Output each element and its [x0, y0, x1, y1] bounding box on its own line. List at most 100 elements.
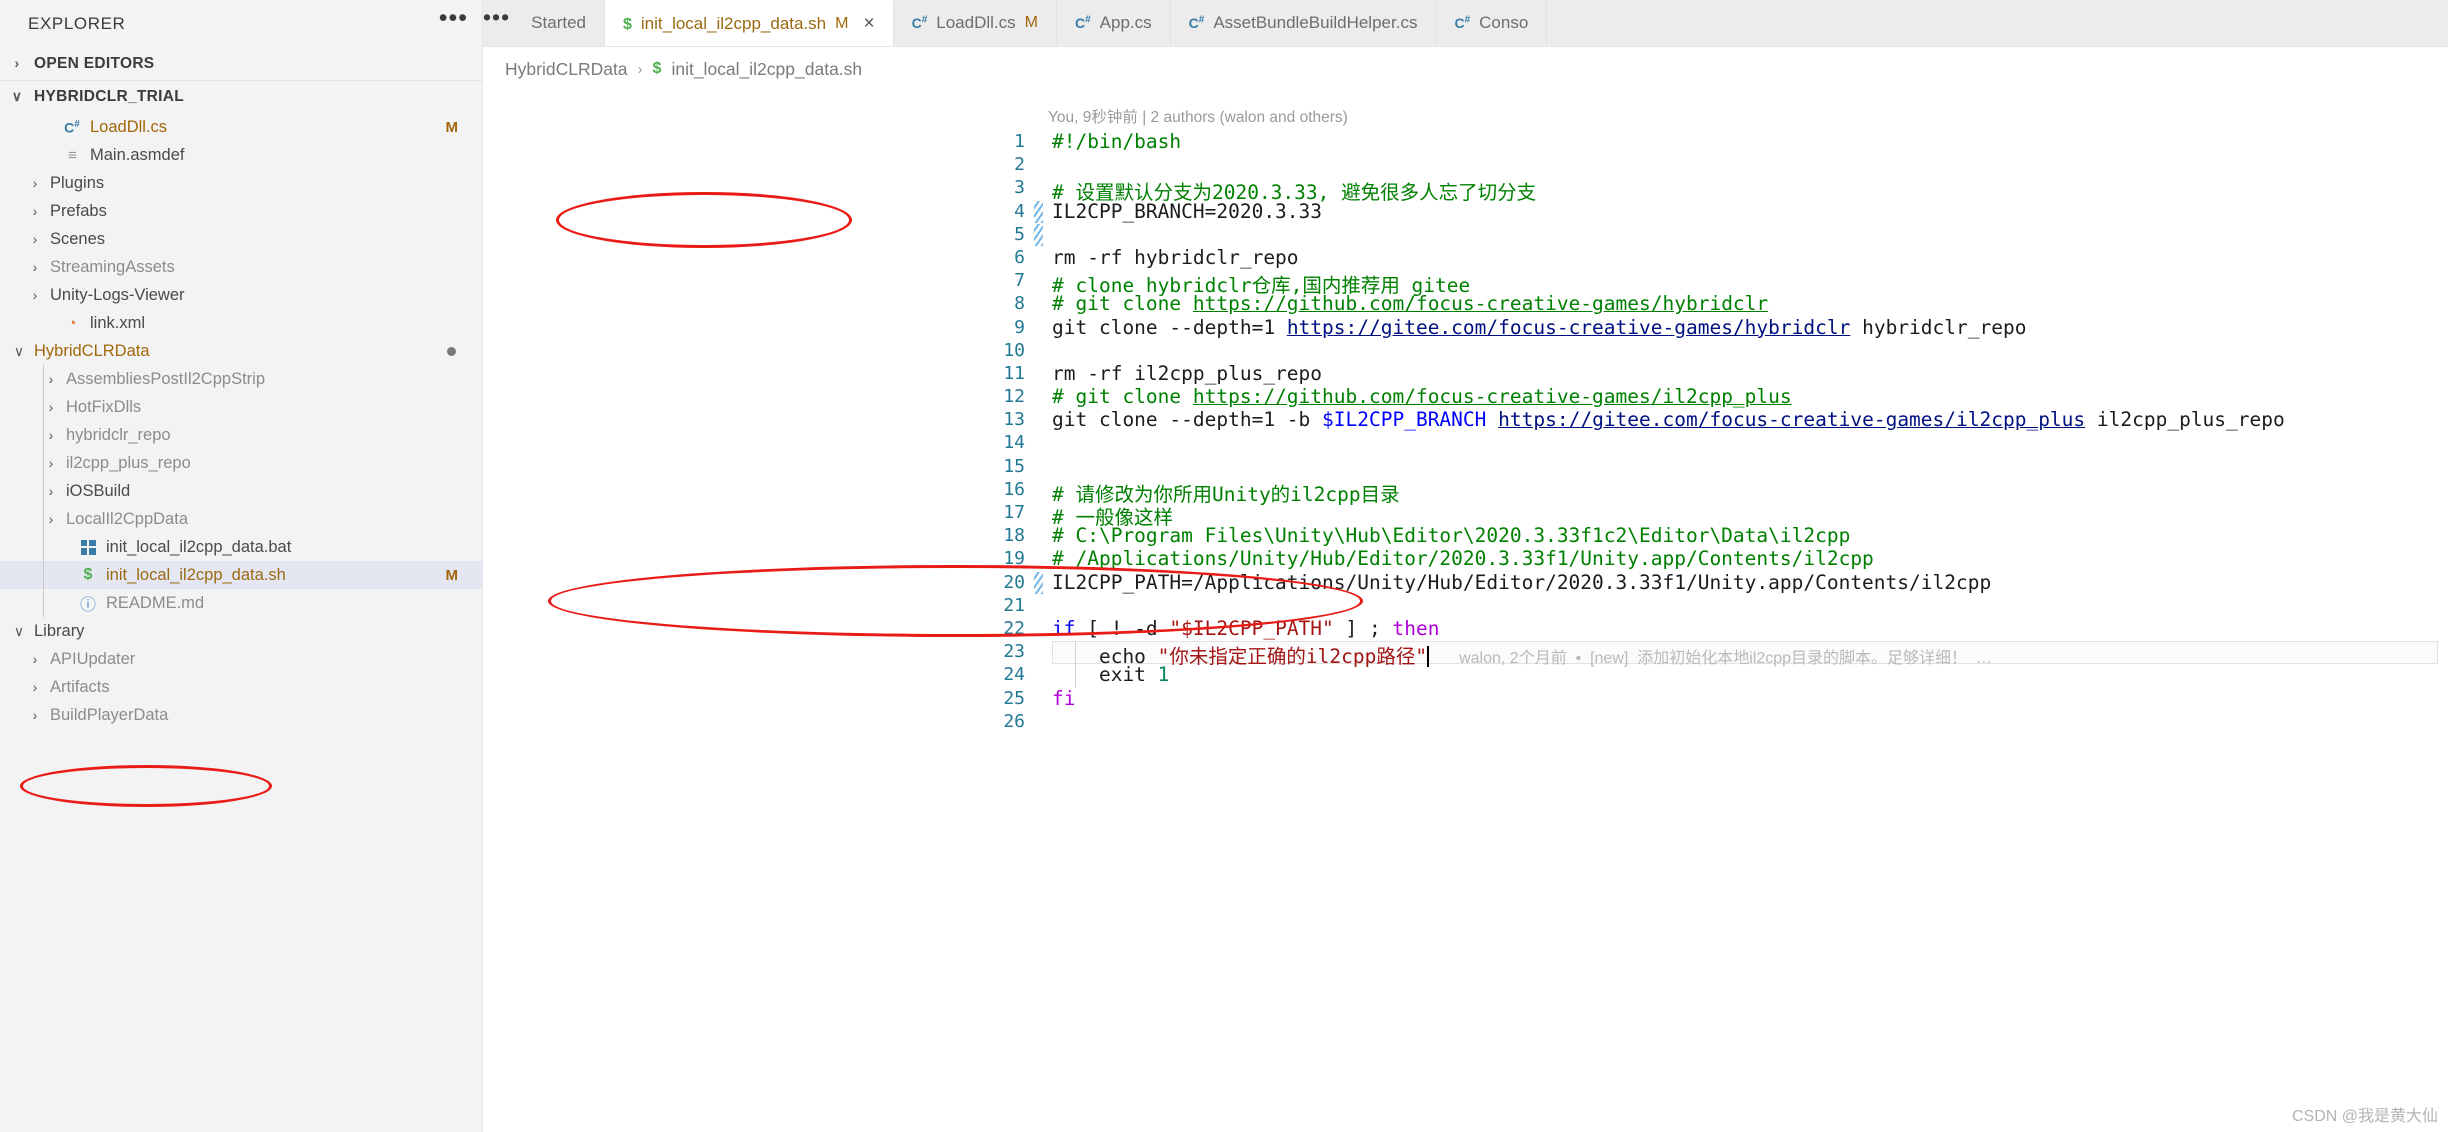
tree-item-main-asmdef[interactable]: ≡ Main.asmdef — [0, 141, 482, 169]
chevron-right-icon[interactable]: › — [26, 679, 44, 695]
tab-label: Started — [531, 13, 586, 32]
tree-item-label: HybridCLRData — [34, 341, 150, 360]
explorer-title: EXPLORER — [28, 13, 126, 33]
code-text: IL2CPP_BRANCH=2020.3.33 — [1052, 200, 1322, 223]
tree-item-scenes[interactable]: › Scenes — [0, 225, 482, 253]
code-token: [ ! -d — [1087, 616, 1170, 640]
tree-item-label: il2cpp_plus_repo — [66, 453, 191, 472]
breadcrumb-folder[interactable]: HybridCLRData — [505, 59, 628, 80]
editor-area: ••• Started $ init_local_il2cpp_data.sh M × C#… — [483, 0, 2448, 1132]
section-hybridclr-trial[interactable]: ∨ HYBRIDCLR_TRIAL — [0, 80, 482, 113]
chevron-right-icon[interactable]: › — [26, 259, 44, 275]
tree-item-hotfixdlls[interactable]: › HotFixDlls — [0, 393, 482, 421]
code-line: 12 # git clone https://github.com/focus-c… — [483, 385, 2448, 409]
chevron-right-icon[interactable]: › — [26, 203, 44, 219]
code-line: 4 IL2CPP_BRANCH=2020.3.33 — [483, 200, 2448, 224]
tree-item-localil2cppdata[interactable]: › LocalIl2CppData — [0, 505, 482, 533]
tree-item-hybridclrdata[interactable]: ∨ HybridCLRData — [0, 337, 482, 365]
code-text: # git clone https://github.com/focus-cre… — [1052, 385, 1792, 408]
code-line: 23 echo "你未指定正确的il2cpp路径" walon, 2个月前 • [… — [483, 641, 2448, 668]
editor-tab-started[interactable]: ••• Started — [483, 0, 605, 46]
close-icon[interactable]: × — [863, 13, 874, 35]
tree-item-assembliespostil2cppstrip[interactable]: › AssembliesPostIl2CppStrip — [0, 365, 482, 393]
tab-label: AssetBundleBuildHelper.cs — [1213, 13, 1418, 32]
code-token[interactable]: https://github.com/focus-creative-games/… — [1193, 292, 1768, 315]
chevron-down-icon[interactable]: ∨ — [10, 623, 28, 640]
section-open-editors[interactable]: › OPEN EDITORS — [0, 47, 482, 80]
chevron-right-icon[interactable]: › — [26, 231, 44, 247]
indent-guide — [1075, 641, 1076, 665]
code-token: # /Applications/Unity/Hub/Editor/2020.3.… — [1052, 547, 1874, 571]
asmdef-icon: ≡ — [68, 146, 77, 164]
chevron-right-icon[interactable]: › — [42, 483, 60, 499]
tree-item-prefabs[interactable]: › Prefabs — [0, 197, 482, 225]
chevron-right-icon[interactable]: › — [42, 511, 60, 527]
code-text: rm -rf il2cpp_plus_repo — [1052, 362, 1322, 385]
code-token: IL2CPP_BRANCH=2020.3.33 — [1052, 199, 1323, 223]
tree-item-hybridclr-repo[interactable]: › hybridclr_repo — [0, 421, 482, 449]
line-number: 1 — [1014, 131, 1025, 152]
tree-item-library[interactable]: ∨ Library — [0, 617, 482, 645]
tree-item-readme-md[interactable]: ⓘ README.md — [0, 589, 482, 617]
code-token: "$IL2CPP_PATH" — [1169, 616, 1334, 640]
code-line: 22 if [ ! -d "$IL2CPP_PATH" ] ; then — [483, 616, 2448, 641]
windows-icon — [80, 539, 96, 555]
chevron-right-icon[interactable]: › — [26, 707, 44, 723]
tree-item-unity-logs-viewer[interactable]: › Unity-Logs-Viewer — [0, 281, 482, 309]
editor-tab-app-cs[interactable]: C# App.cs — [1056, 0, 1171, 46]
editor-tab-conso[interactable]: C# Conso — [1436, 0, 1548, 46]
tree-item-init-local-il2cpp-data-bat[interactable]: init_local_il2cpp_data.bat — [0, 533, 482, 561]
code-token: rm -rf hybridclr_repo — [1052, 245, 1299, 269]
code-token[interactable]: https://gitee.com/focus-creative-games/i… — [1498, 408, 2085, 431]
code-text: git clone --depth=1 https://gitee.com/fo… — [1052, 316, 2026, 339]
line-number: 6 — [1014, 246, 1025, 268]
tab-label: Conso — [1479, 13, 1529, 32]
tree-item-il2cpp-plus-repo[interactable]: › il2cpp_plus_repo — [0, 449, 482, 477]
breadcrumb-file[interactable]: init_local_il2cpp_data.sh — [671, 59, 862, 80]
watermark: CSDN @我是黄大仙 — [2291, 1108, 2438, 1125]
line-number: 9 — [1014, 316, 1025, 338]
editor-tab-assetbundlebuildhelper-cs[interactable]: C# AssetBundleBuildHelper.cs — [1170, 0, 1437, 46]
code-token: # git clone — [1052, 385, 1193, 409]
code-token: #!/bin/bash — [1052, 130, 1182, 153]
tree-item-buildplayerdata[interactable]: › BuildPlayerData — [0, 701, 482, 729]
tree-item-loaddll-cs[interactable]: C# LoadDll.cs M — [0, 113, 482, 141]
code-line: 19 # /Applications/Unity/Hub/Editor/2020.… — [483, 547, 2448, 571]
code-line: 7 # clone hybridclr仓库,国内推荐用 gitee — [483, 270, 2448, 297]
editor-tab-loaddll-cs[interactable]: C# LoadDll.cs M — [893, 0, 1057, 46]
tree-item-label: Prefabs — [50, 201, 107, 220]
chevron-right-icon[interactable]: › — [26, 651, 44, 667]
tree-item-plugins[interactable]: › Plugins — [0, 169, 482, 197]
tree-item-apiupdater[interactable]: › APIUpdater — [0, 645, 482, 673]
tree-item-link-xml[interactable]: ◔ link.xml — [0, 309, 482, 337]
section-hybridclr-trial-label: HYBRIDCLR_TRIAL — [34, 88, 185, 105]
tab-label: App.cs — [1099, 13, 1152, 32]
tab-overflow-icon[interactable]: ••• — [483, 6, 522, 34]
tree-item-init-local-il2cpp-data-sh[interactable]: $ init_local_il2cpp_data.sh M — [0, 561, 482, 589]
csharp-icon: C# — [64, 118, 80, 136]
tree-item-label: HotFixDlls — [66, 397, 142, 416]
line-number: 24 — [1003, 664, 1025, 686]
tree-item-iosbuild[interactable]: › iOSBuild — [0, 477, 482, 505]
chevron-right-icon[interactable]: › — [42, 399, 60, 415]
tree-item-streamingassets[interactable]: › StreamingAssets — [0, 253, 482, 281]
code-token[interactable]: https://github.com/focus-creative-games/… — [1193, 385, 1792, 408]
code-line: 14 — [483, 432, 2448, 455]
more-actions-icon[interactable]: ••• — [439, 5, 468, 35]
code-text: fi — [1052, 687, 1075, 710]
chevron-right-icon[interactable]: › — [42, 371, 60, 387]
chevron-right-icon[interactable]: › — [26, 287, 44, 303]
code-token: fi — [1052, 686, 1076, 710]
chevron-right-icon[interactable]: › — [42, 427, 60, 443]
chevron-right-icon[interactable]: › — [26, 175, 44, 191]
git-blame-header: You, 9秒钟前 | 2 authors (walon and others) — [1048, 109, 1348, 126]
editor-tab-init-local-il2cpp-data-sh[interactable]: $ init_local_il2cpp_data.sh M × — [604, 0, 894, 46]
chevron-right-icon[interactable]: › — [42, 455, 60, 471]
markdown-icon: ⓘ — [79, 597, 96, 614]
code-token[interactable]: https://gitee.com/focus-creative-games/h… — [1287, 316, 1851, 339]
tree-item-artifacts[interactable]: › Artifacts — [0, 673, 482, 701]
chevron-down-icon[interactable]: ∨ — [10, 343, 28, 360]
line-number: 8 — [1014, 293, 1025, 315]
code-editor[interactable]: You, 9秒钟前 | 2 authors (walon and others)… — [483, 91, 2448, 1132]
